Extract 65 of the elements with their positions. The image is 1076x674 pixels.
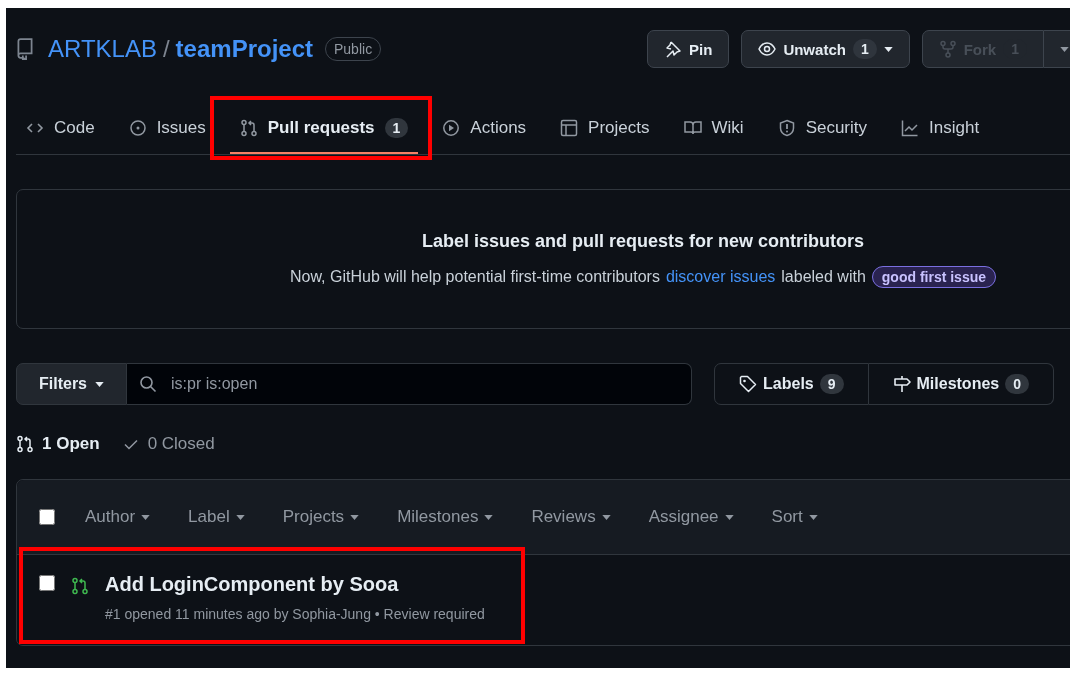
nav-tab[interactable]: Actions [432,104,537,154]
banner-text: Now, GitHub will help potential first-time contributors [290,267,660,286]
filter-dropdown[interactable]: Assignee [648,507,734,527]
filter-dropdown[interactable]: Projects [282,507,360,527]
state-filter[interactable]: 0 Closed [121,433,215,455]
book-icon [683,119,702,137]
pull-request-title[interactable]: Add LoginComponent by Sooa [105,573,485,596]
nav-tab[interactable]: Insight [891,104,990,154]
signpost-icon [892,375,911,393]
filter-dropdown[interactable]: Milestones [397,507,494,527]
select-all-checkbox[interactable] [39,509,55,525]
caret-icon [141,514,151,520]
nav-tab[interactable]: Code [16,104,105,154]
counter: 1 [852,39,877,59]
counter: 9 [819,374,844,394]
pin-icon [664,40,683,58]
row-checkbox[interactable] [39,575,55,591]
caret-icon [484,514,494,520]
milestones-button[interactable]: Milestones 0 [868,363,1054,405]
counter: 1 [384,118,409,138]
caret-icon [883,46,893,52]
pin-button[interactable]: Pin [647,30,730,68]
caret-icon [601,514,611,520]
nav-tab[interactable]: Pull requests 1 [229,104,419,154]
filter-dropdown[interactable]: Reviews [531,507,611,527]
labels-button[interactable]: Labels 9 [714,363,869,405]
eye-icon [758,40,777,58]
graph-icon [901,119,920,137]
tag-icon [739,375,758,393]
filter-dropdown[interactable]: Label [188,507,245,527]
path-separator: / [162,35,170,63]
pull-request-icon [16,435,34,453]
repository-link[interactable]: teamProject [175,35,313,63]
watch-button[interactable]: Unwatch 1 [741,30,910,68]
state-filter[interactable]: 1 Open [16,433,100,455]
nav-tab[interactable]: Wiki [673,104,754,154]
banner-title: Label issues and pull requests for new contributors [421,230,865,252]
nav-tab[interactable]: Projects [550,104,660,154]
fork-icon [938,40,957,58]
pull-request-icon [71,577,89,595]
caret-icon [350,514,360,520]
circle-dot-icon [128,119,147,137]
filter-dropdown[interactable]: Author [85,507,151,527]
search-field[interactable]: is:pr is:open [127,363,693,405]
table-icon [560,119,579,137]
filters-button[interactable]: Filters [16,363,127,405]
discover-link[interactable]: discover issues [665,267,776,286]
pull-request-icon [239,119,258,137]
repository-icon [16,38,34,60]
counter: 0 [1005,374,1029,394]
issue-label: good first issue [871,265,996,288]
nav-tab[interactable]: Issues [118,104,216,154]
caret-icon [808,514,818,520]
caret-icon [1060,46,1069,52]
caret-icon [724,514,734,520]
filter-dropdown[interactable]: Sort [771,507,818,527]
nav-tab[interactable]: Security [767,104,878,154]
banner-text: labeled with [781,267,866,286]
caret-icon [235,514,245,520]
play-icon [442,119,461,137]
caret-icon [95,381,104,387]
search-icon [139,375,157,393]
shield-icon [777,119,796,137]
pull-request-meta: #1 opened 11 minutes ago by Sophia-Jung • Review required [105,606,485,622]
owner-link[interactable]: ARTKLAB [48,35,157,63]
